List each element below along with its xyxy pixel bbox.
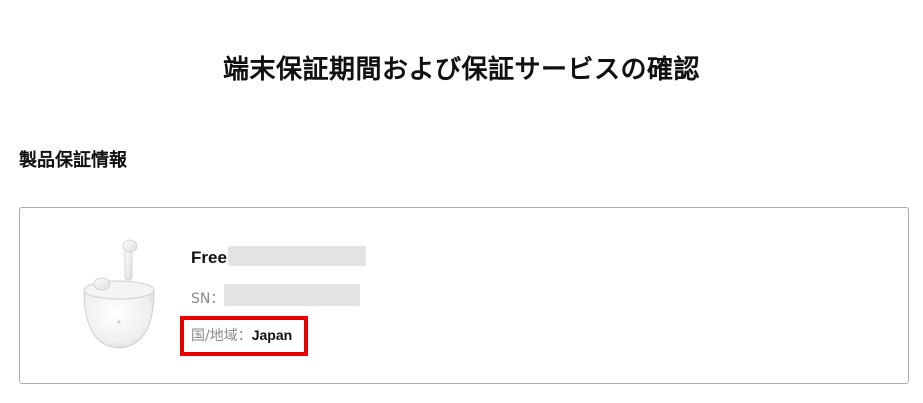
product-name: Free [191, 248, 227, 267]
region-highlight-box [180, 316, 308, 356]
product-name-redacted [228, 246, 366, 266]
earbuds-case-image [83, 239, 155, 349]
serial-number-row: SN： [191, 288, 224, 308]
product-warranty-card: Free SN： 国/地域：Japan [19, 207, 909, 384]
page-title: 端末保証期間および保証サービスの確認 [222, 55, 700, 85]
sn-label: SN： [191, 291, 225, 307]
section-title: 製品保証情報 [19, 150, 127, 171]
serial-number-redacted [224, 284, 360, 306]
